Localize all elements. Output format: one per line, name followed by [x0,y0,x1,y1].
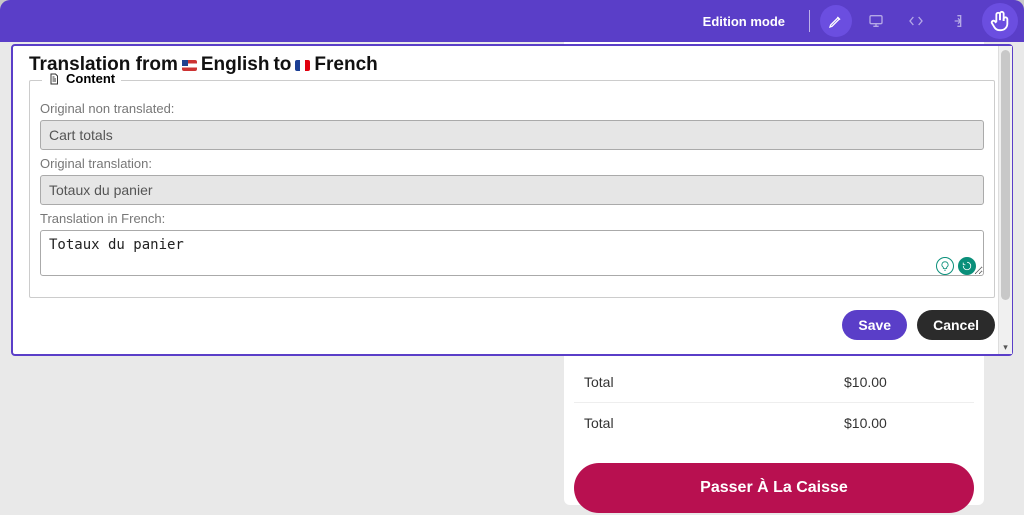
save-button[interactable]: Save [842,310,907,340]
mode-label: Edition mode [703,14,785,29]
translation-in-french-input[interactable] [40,230,984,276]
modal-title: Translation from English to French [29,54,995,76]
lang-to: French [314,54,377,76]
legend-label: Content [66,71,115,86]
brand-avatar[interactable] [982,3,1018,39]
translation-modal: Translation from English to French Conte… [11,44,1013,356]
cart-row: Total $10.00 [574,402,974,443]
cart-row-value: $10.00 [844,415,964,431]
cart-row-value: $10.00 [844,374,964,390]
history-icon [962,261,972,271]
checkout-button[interactable]: Passer À La Caisse [574,463,974,513]
label-original-translation: Original translation: [40,156,984,171]
cart-row-label: Total [584,415,844,431]
cancel-button[interactable]: Cancel [917,310,995,340]
title-to: to [273,54,291,76]
checkout-button-label: Passer À La Caisse [700,479,848,497]
exit-button[interactable] [940,5,972,37]
hand-icon [989,10,1011,32]
content-fieldset: Content Original non translated: Origina… [29,80,995,298]
code-button[interactable] [900,5,932,37]
label-translation-in-french: Translation in French: [40,211,984,226]
toolbar-separator [809,10,810,32]
fieldset-legend: Content [42,71,121,86]
lang-from: English [201,54,270,76]
document-icon [48,72,60,86]
code-icon [908,13,924,29]
exit-icon [948,13,964,29]
original-non-translated-input [40,120,984,150]
modal-scrollbar[interactable]: ▾ [998,46,1012,354]
pencil-button[interactable] [820,5,852,37]
desktop-button[interactable] [860,5,892,37]
flag-us-icon [182,60,197,71]
cart-row-label: Total [584,374,844,390]
scrollbar-thumb[interactable] [1001,50,1010,300]
label-original-non-translated: Original non translated: [40,101,984,116]
desktop-icon [868,13,884,29]
lightbulb-icon [940,261,950,271]
top-toolbar: Edition mode [0,0,1024,42]
suggestion-badge[interactable] [936,257,954,275]
textarea-badges [936,257,976,275]
flag-fr-icon [295,60,310,71]
modal-actions: Save Cancel [29,310,995,340]
history-badge[interactable] [958,257,976,275]
original-translation-input [40,175,984,205]
scrollbar-down-arrow[interactable]: ▾ [999,340,1012,354]
pencil-icon [828,13,844,29]
cart-row: Total $10.00 [574,362,974,402]
